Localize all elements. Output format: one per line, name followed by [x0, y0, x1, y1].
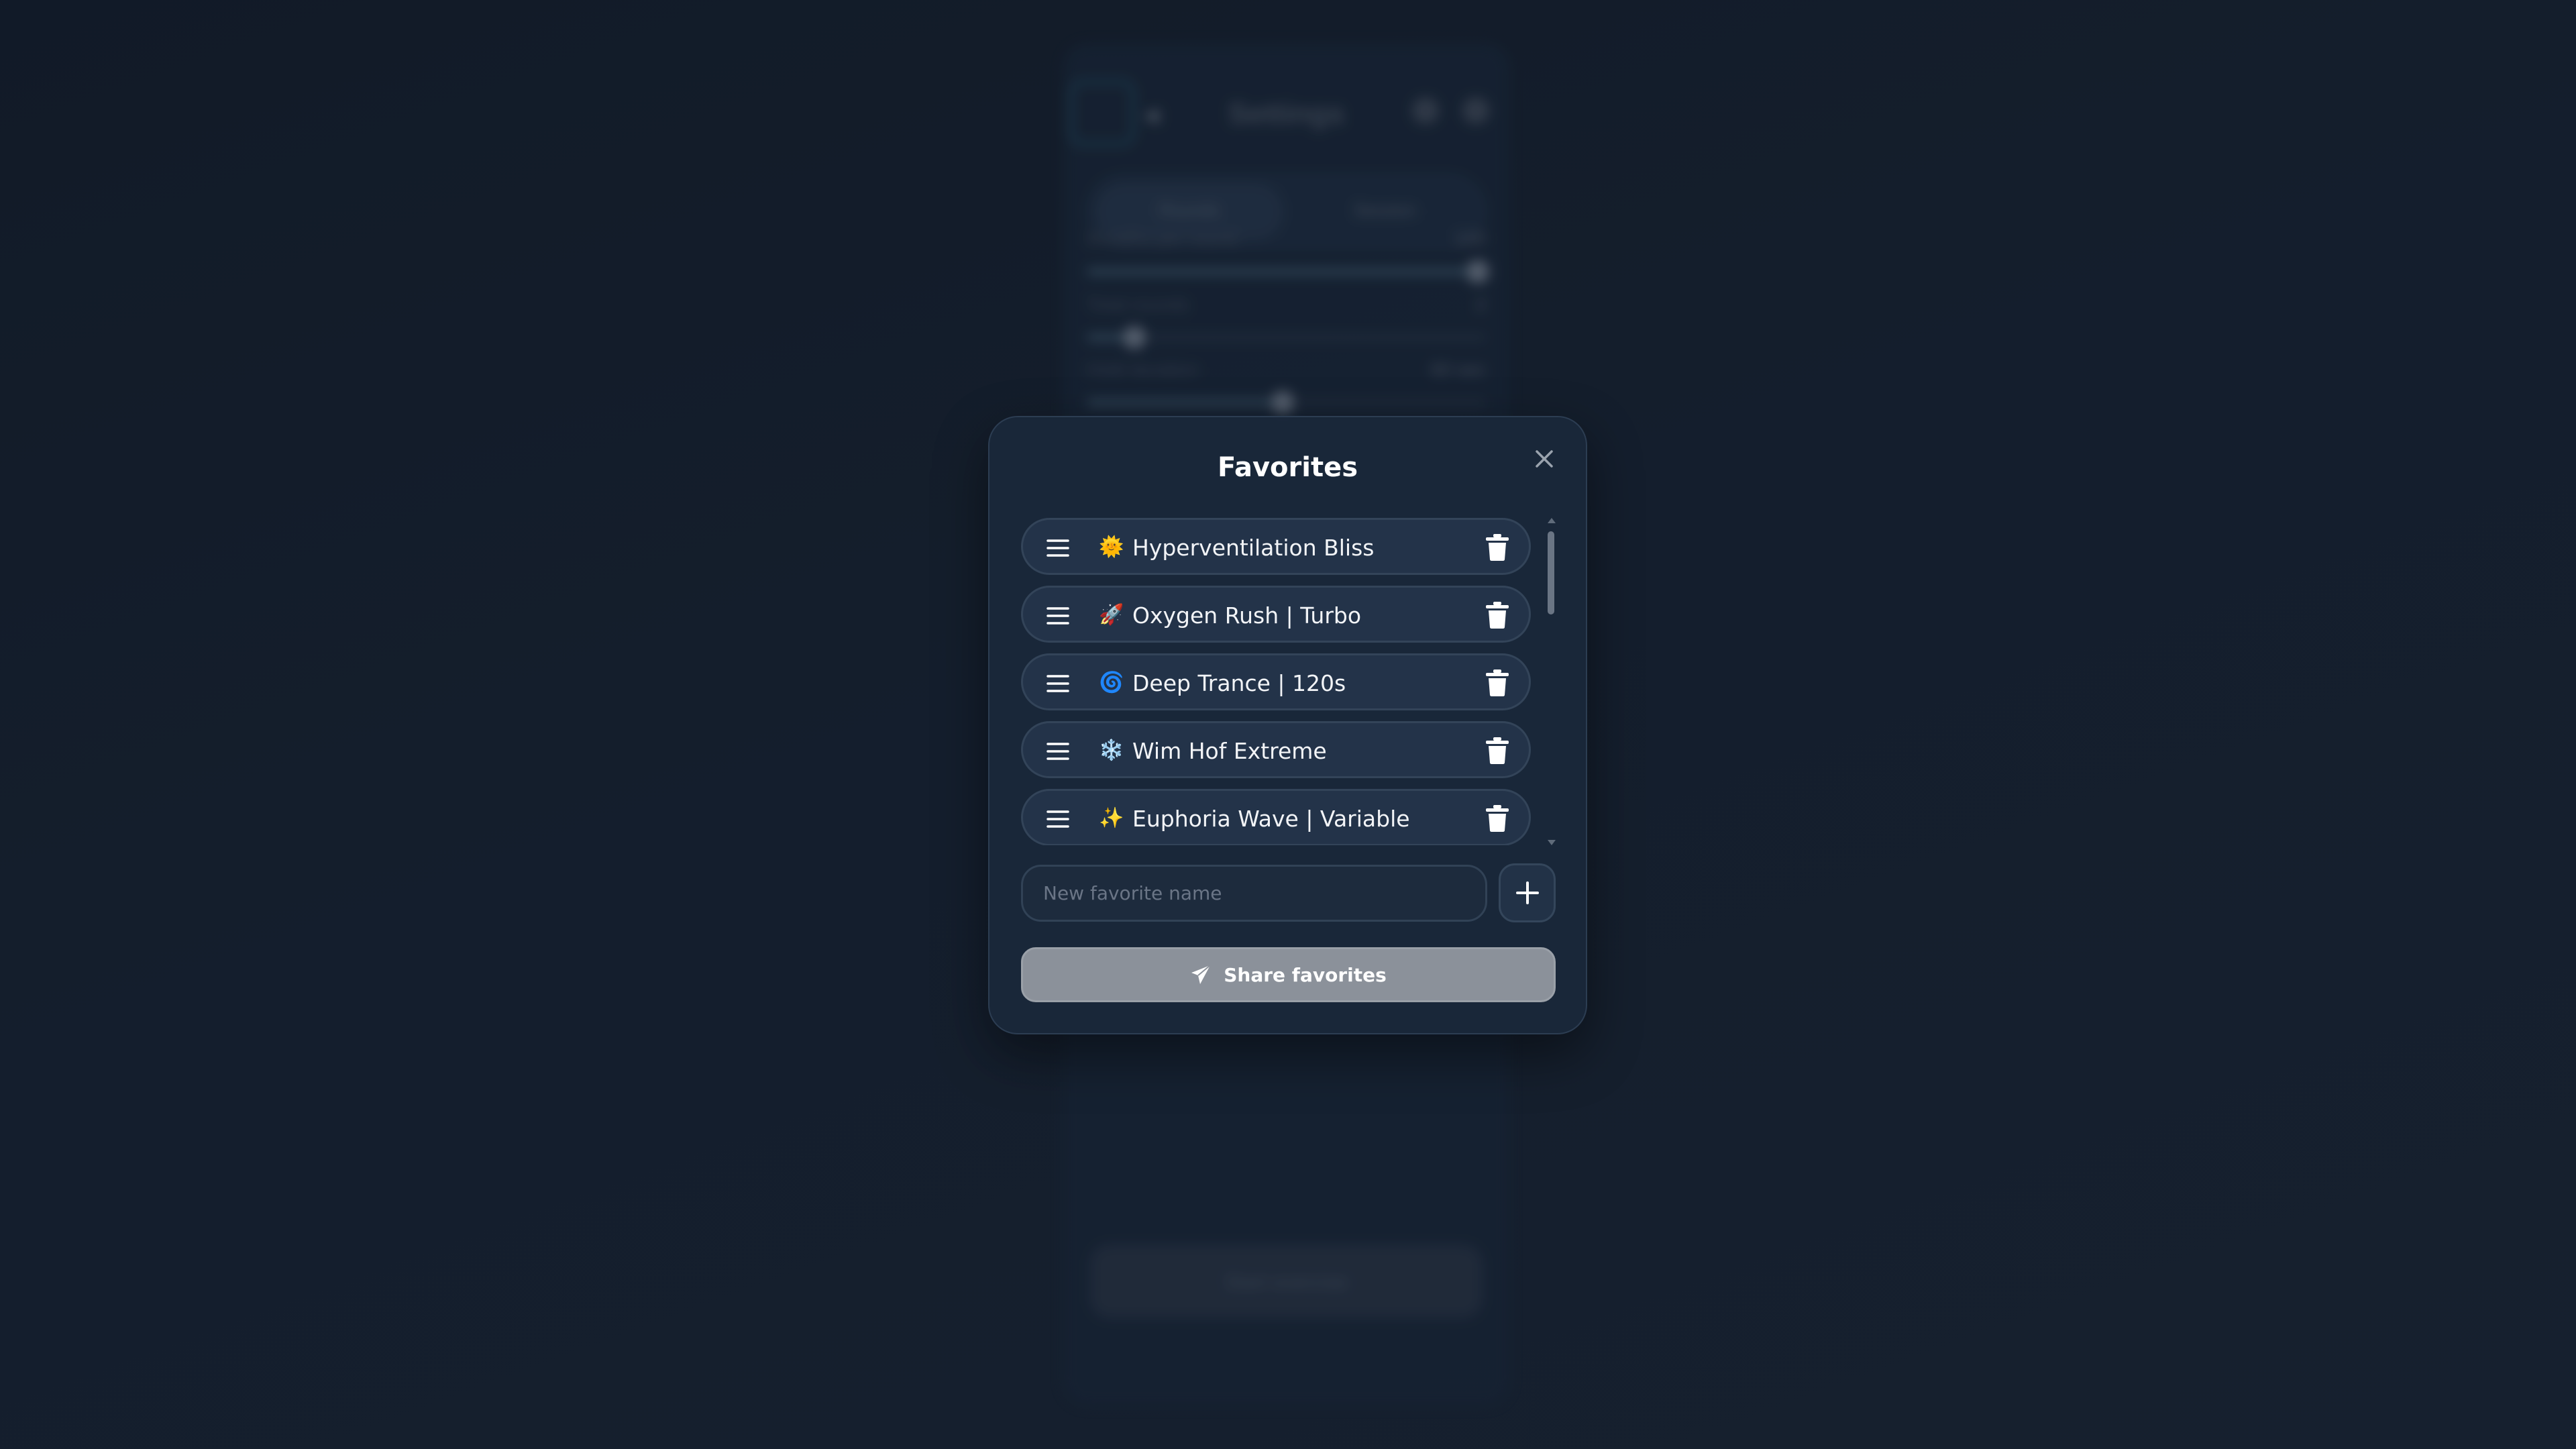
favorite-emoji: 🌞	[1099, 535, 1124, 559]
share-favorites-label: Share favorites	[1224, 963, 1387, 986]
favorite-item[interactable]: 🌞 Hyperventilation Bliss	[1021, 518, 1531, 575]
scrollbar-thumb[interactable]	[1548, 531, 1554, 614]
new-favorite-name-input[interactable]	[1021, 865, 1487, 922]
favorite-emoji: 🌀	[1099, 671, 1124, 694]
favorite-item[interactable]: ✨ Euphoria Wave | Variable	[1021, 789, 1531, 845]
drag-handle[interactable]	[1043, 804, 1073, 834]
favorite-item[interactable]: ❄️ Wim Hof Extreme	[1021, 721, 1531, 778]
delete-favorite-button[interactable]	[1481, 598, 1514, 633]
trash-icon	[1486, 534, 1509, 561]
drag-handle-icon	[1046, 743, 1069, 760]
drag-handle[interactable]	[1043, 601, 1073, 631]
favorite-label: Euphoria Wave | Variable	[1132, 806, 1410, 832]
close-icon	[1536, 450, 1553, 468]
trash-icon	[1486, 602, 1509, 629]
plus-icon	[1515, 881, 1539, 904]
favorite-emoji: ❄️	[1099, 739, 1124, 762]
favorite-emoji: ✨	[1099, 806, 1124, 830]
drag-handle-icon	[1046, 607, 1069, 625]
drag-handle[interactable]	[1043, 533, 1073, 563]
close-button[interactable]	[1524, 439, 1564, 479]
paper-plane-icon	[1191, 965, 1211, 984]
delete-favorite-button[interactable]	[1481, 733, 1514, 768]
add-favorite-button[interactable]	[1499, 863, 1556, 922]
favorite-label: Deep Trance | 120s	[1132, 670, 1346, 696]
favorite-label: Wim Hof Extreme	[1132, 738, 1327, 764]
delete-favorite-button[interactable]	[1481, 530, 1514, 565]
trash-icon	[1486, 805, 1509, 832]
drag-handle-icon	[1046, 539, 1069, 557]
trash-icon	[1486, 669, 1509, 696]
drag-handle[interactable]	[1043, 669, 1073, 698]
favorite-item[interactable]: 🌀 Deep Trance | 120s	[1021, 653, 1531, 710]
scroll-down-arrow-icon[interactable]	[1548, 840, 1556, 845]
favorite-label: Hyperventilation Bliss	[1132, 535, 1375, 561]
delete-favorite-button[interactable]	[1481, 801, 1514, 836]
share-favorites-button[interactable]: Share favorites	[1021, 947, 1556, 1002]
favorites-list[interactable]: 🌞 Hyperventilation Bliss 🚀 Oxygen Rush |…	[1021, 518, 1564, 845]
scroll-up-arrow-icon[interactable]	[1548, 518, 1556, 523]
drag-handle-icon	[1046, 675, 1069, 692]
drag-handle-icon	[1046, 810, 1069, 828]
trash-icon	[1486, 737, 1509, 764]
delete-favorite-button[interactable]	[1481, 665, 1514, 700]
favorite-item[interactable]: 🚀 Oxygen Rush | Turbo	[1021, 586, 1531, 643]
favorite-label: Oxygen Rush | Turbo	[1132, 602, 1362, 629]
drag-handle[interactable]	[1043, 737, 1073, 766]
favorite-emoji: 🚀	[1099, 603, 1124, 627]
favorites-scrollbar[interactable]	[1544, 518, 1558, 845]
favorites-modal: Favorites 🌞 Hyperventilation Bliss 🚀 Oxy…	[988, 416, 1587, 1034]
modal-title: Favorites	[1217, 452, 1358, 483]
